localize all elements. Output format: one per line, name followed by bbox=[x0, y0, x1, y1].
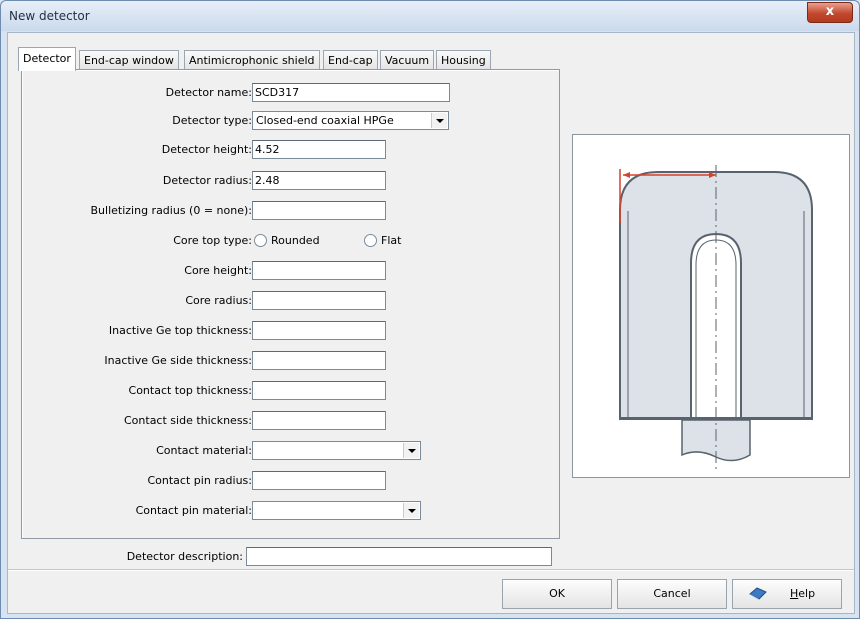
inactive-ge-top-field[interactable] bbox=[252, 321, 386, 340]
core-height-label: Core height: bbox=[184, 264, 252, 277]
core-radius-label: Core radius: bbox=[185, 294, 252, 307]
contact-side-label: Contact side thickness: bbox=[124, 414, 252, 427]
core-top-rounded-radio[interactable] bbox=[254, 234, 267, 247]
contact-top-label: Contact top thickness: bbox=[128, 384, 252, 397]
new-detector-window: New detector x Detector End-cap window A… bbox=[0, 0, 860, 619]
contact-side-field[interactable] bbox=[252, 411, 386, 430]
detector-description-field[interactable] bbox=[246, 547, 552, 566]
tab-end-cap-window[interactable]: End-cap window bbox=[79, 50, 179, 70]
core-height-field[interactable] bbox=[252, 261, 386, 280]
bulletizing-radius-label: Bulletizing radius (0 = none): bbox=[90, 204, 253, 217]
detector-diagram bbox=[572, 134, 850, 478]
tab-detector[interactable]: Detector bbox=[18, 47, 76, 71]
contact-material-label: Contact material: bbox=[156, 444, 252, 457]
close-button[interactable]: x bbox=[807, 2, 853, 23]
detector-description-label: Detector description: bbox=[126, 550, 243, 563]
core-top-rounded-label[interactable]: Rounded bbox=[271, 234, 320, 247]
detector-radius-label: Detector radius: bbox=[162, 174, 252, 187]
footer-separator bbox=[8, 569, 854, 571]
core-top-type-label: Core top type: bbox=[173, 234, 252, 247]
detector-name-label: Detector name: bbox=[165, 86, 252, 99]
tab-housing[interactable]: Housing bbox=[436, 50, 491, 70]
detector-schematic bbox=[619, 165, 813, 471]
contact-pin-radius-field[interactable] bbox=[252, 471, 386, 490]
tab-antimicrophonic-shield[interactable]: Antimicrophonic shield bbox=[184, 50, 320, 70]
dialog-body: Detector End-cap window Antimicrophonic … bbox=[7, 32, 855, 614]
help-button[interactable]: Help bbox=[732, 579, 842, 609]
bulletizing-radius-field[interactable] bbox=[252, 201, 386, 220]
contact-material-select[interactable] bbox=[252, 441, 421, 460]
core-radius-field[interactable] bbox=[252, 291, 386, 310]
chevron-down-icon[interactable] bbox=[403, 443, 419, 458]
chevron-down-icon[interactable] bbox=[403, 503, 419, 518]
close-icon: x bbox=[825, 4, 835, 19]
detector-type-select[interactable]: Closed-end coaxial HPGe bbox=[252, 111, 449, 130]
contact-pin-material-label: Contact pin material: bbox=[135, 504, 252, 517]
title-bar[interactable]: New detector x bbox=[1, 1, 859, 31]
ok-button[interactable]: OK bbox=[502, 579, 612, 609]
tab-vacuum[interactable]: Vacuum bbox=[380, 50, 435, 70]
inactive-ge-side-label: Inactive Ge side thickness: bbox=[104, 354, 252, 367]
detector-radius-field[interactable]: 2.48 bbox=[252, 171, 386, 190]
cancel-button[interactable]: Cancel bbox=[617, 579, 727, 609]
tab-end-cap[interactable]: End-cap bbox=[323, 50, 378, 70]
detector-height-label: Detector height: bbox=[161, 143, 252, 156]
detector-tab-panel: Detector name: SCD317 Detector type: Clo… bbox=[21, 69, 560, 539]
detector-height-field[interactable]: 4.52 bbox=[252, 140, 386, 159]
detector-name-field[interactable]: SCD317 bbox=[252, 83, 450, 102]
contact-pin-material-select[interactable] bbox=[252, 501, 421, 520]
detector-type-label: Detector type: bbox=[172, 114, 252, 127]
detector-type-value: Closed-end coaxial HPGe bbox=[256, 114, 394, 127]
chevron-down-icon[interactable] bbox=[431, 113, 447, 128]
help-label: Help bbox=[790, 587, 816, 600]
contact-top-field[interactable] bbox=[252, 381, 386, 400]
core-top-flat-radio[interactable] bbox=[364, 234, 377, 247]
inactive-ge-side-field[interactable] bbox=[252, 351, 386, 370]
help-book-icon bbox=[749, 587, 767, 600]
inactive-ge-top-label: Inactive Ge top thickness: bbox=[108, 324, 252, 337]
window-title: New detector bbox=[9, 9, 90, 23]
core-top-flat-label[interactable]: Flat bbox=[381, 234, 401, 247]
contact-pin-radius-label: Contact pin radius: bbox=[147, 474, 252, 487]
